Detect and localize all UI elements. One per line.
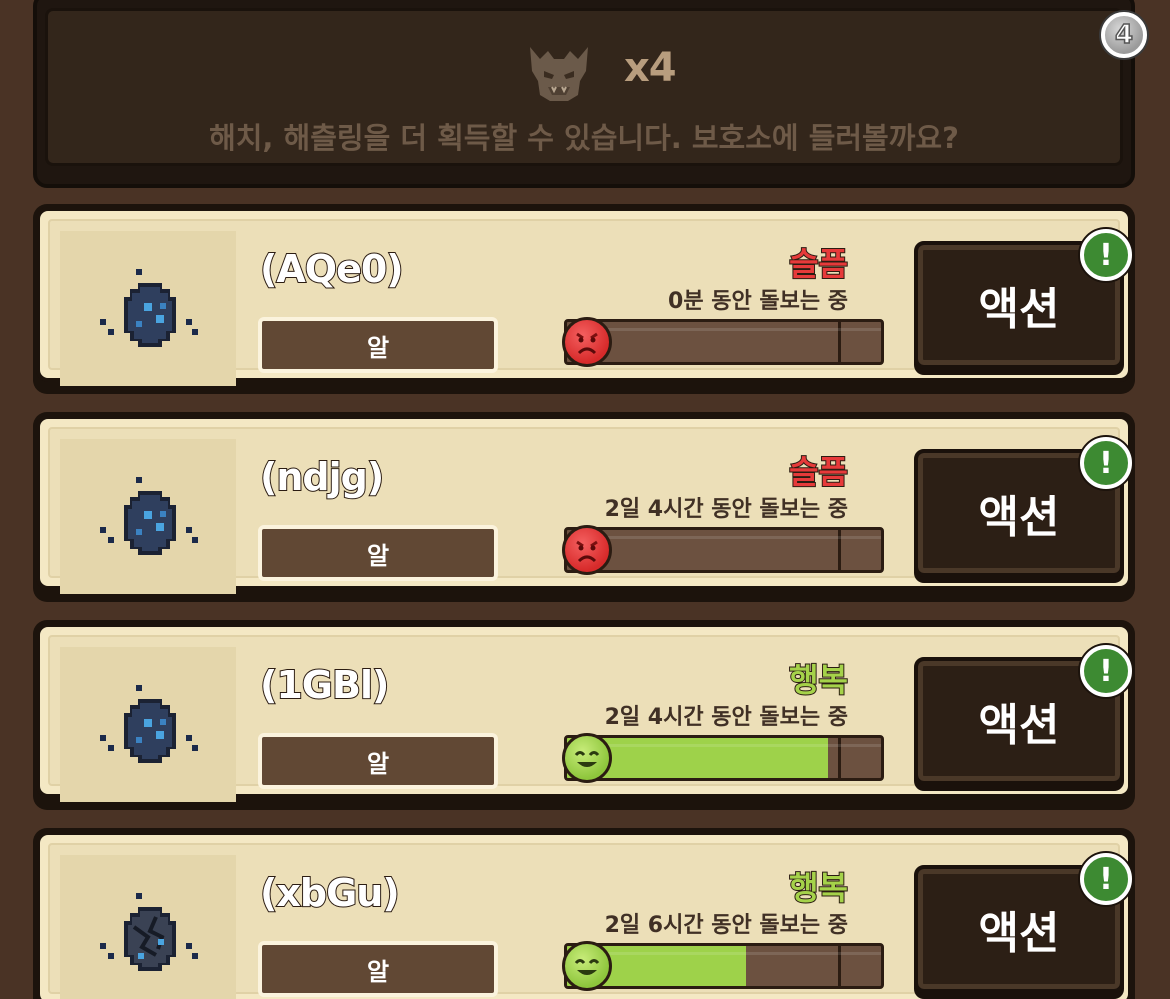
mood-label: 행복 [788,660,849,700]
pet-card: (AQe0) 알 슬픔 0분 동안 돌보는 중 액션 ! [33,204,1135,394]
cracked-egg-icon [100,893,198,971]
egg-portrait [60,231,236,386]
alert-icon: ! [1080,229,1132,281]
pet-card: (xbGu) 알 행복 2일 6시간 동안 돌보는 중 액션 ! [33,828,1135,999]
egg-portrait [60,647,236,802]
happiness-bar [564,943,884,989]
care-duration: 2일 4시간 동안 돌보는 중 [604,705,848,730]
action-button-label: 액션 [978,699,1061,752]
happiness-bar [564,735,884,781]
egg-portrait [60,439,236,594]
shelter-notice-inner: x4 해치, 해츨링을 더 획득할 수 있습니다. 보호소에 들러볼까요? [45,8,1123,166]
count-badge: 4 [1101,12,1147,58]
pet-name: (ndjg) [259,454,385,500]
sad-face-icon [562,525,612,575]
mood-label: 슬픔 [788,452,849,492]
egg-icon [100,685,198,763]
pet-card: (ndjg) 알 슬픔 2일 4시간 동안 돌보는 중 액션 ! [33,412,1135,602]
care-duration: 2일 4시간 동안 돌보는 중 [604,497,848,522]
hatchling-count: x4 [624,45,677,91]
happiness-bar [564,527,884,573]
care-duration: 2일 6시간 동안 돌보는 중 [604,913,848,938]
shelter-message: 해치, 해츨링을 더 획득할 수 있습니다. 보호소에 들러볼까요? [209,121,959,155]
pet-stage-badge: 알 [258,941,498,997]
alert-icon: ! [1080,437,1132,489]
care-duration: 0분 동안 돌보는 중 [668,289,848,314]
shelter-notice-panel[interactable]: x4 해치, 해츨링을 더 획득할 수 있습니다. 보호소에 들러볼까요? 4 [33,0,1147,188]
pet-stage-badge: 알 [258,733,498,789]
mood-label: 행복 [788,868,849,908]
mood-label: 슬픔 [788,244,849,284]
pet-stage-badge: 알 [258,525,498,581]
egg-portrait [60,855,236,999]
egg-icon [100,477,198,555]
happiness-bar [564,319,884,365]
pet-name: (xbGu) [259,870,401,916]
alert-icon: ! [1080,853,1132,905]
happy-face-icon [562,941,612,991]
dragon-head-icon [530,47,588,101]
action-button-label: 액션 [978,491,1061,544]
pet-list-screen: x4 해치, 해츨링을 더 획득할 수 있습니다. 보호소에 들러볼까요? 4 [0,0,1170,999]
action-button-label: 액션 [978,907,1061,960]
pet-stage-badge: 알 [258,317,498,373]
pet-name: (AQe0) [259,246,405,292]
egg-icon [100,269,198,347]
action-button-label: 액션 [978,283,1061,336]
happy-face-icon [562,733,612,783]
pet-card: (1GBl) 알 행복 2일 4시간 동안 돌보는 중 액션 ! [33,620,1135,810]
sad-face-icon [562,317,612,367]
alert-icon: ! [1080,645,1132,697]
pet-name: (1GBl) [259,662,390,708]
